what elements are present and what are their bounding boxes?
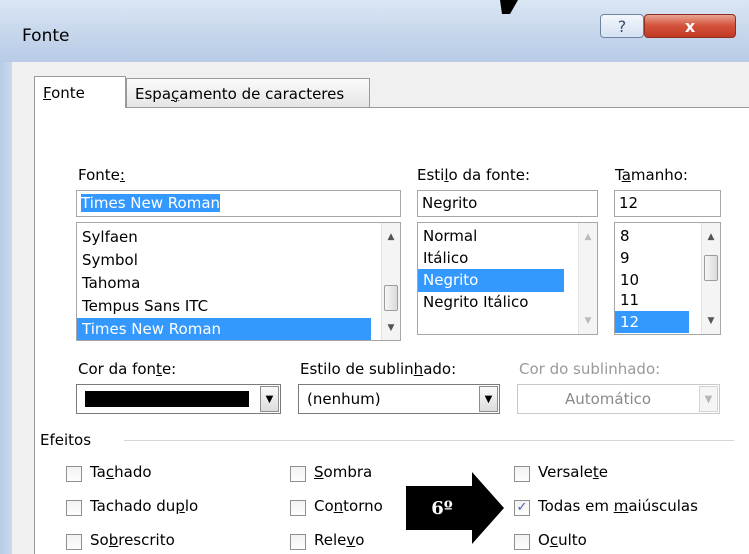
chevron-down-icon[interactable]: ▼ xyxy=(260,386,279,412)
size-list-item[interactable]: 12 xyxy=(615,311,689,333)
oculto-checkbox[interactable] xyxy=(514,534,530,550)
font-color-swatch xyxy=(85,391,249,407)
scroll-up-icon[interactable]: ▲ xyxy=(579,227,597,247)
scroll-down-icon[interactable]: ▼ xyxy=(702,311,720,331)
scroll-thumb[interactable] xyxy=(384,285,398,311)
size-list-scrollbar[interactable]: ▲ ▼ xyxy=(701,223,720,334)
annotation-step-badge: 6º xyxy=(406,486,478,530)
close-button[interactable]: x xyxy=(644,14,736,38)
versalete-label[interactable]: Versalete xyxy=(538,463,608,481)
style-list-item[interactable]: Negrito Itálico xyxy=(418,291,564,314)
style-list-item[interactable]: Negrito xyxy=(418,269,564,292)
tachado-duplo-checkbox[interactable] xyxy=(66,500,82,516)
scroll-up-icon[interactable]: ▲ xyxy=(382,227,400,247)
sombra-label[interactable]: Sombra xyxy=(314,463,372,481)
tab-fonte[interactable]: Fonte xyxy=(34,76,126,108)
chevron-down-icon[interactable]: ▼ xyxy=(479,386,498,412)
help-button[interactable]: ? xyxy=(600,14,644,38)
effects-divider xyxy=(124,440,734,441)
size-list[interactable]: 8 9 10 11 12 ▲ ▼ xyxy=(614,222,721,335)
window-title: Fonte xyxy=(22,26,70,46)
underline-color-dropdown: Automático ▼ xyxy=(517,384,720,414)
font-list-item[interactable]: Symbol xyxy=(77,249,383,272)
font-color-label: Cor da fonte: xyxy=(78,360,177,378)
close-icon: x xyxy=(684,16,696,36)
size-list-item[interactable]: 8 xyxy=(615,225,703,248)
todas-maiusculas-checkbox[interactable]: ✓ xyxy=(514,500,530,516)
oculto-label[interactable]: Oculto xyxy=(538,531,587,549)
size-list-item[interactable]: 9 xyxy=(615,247,703,270)
sombra-checkbox[interactable] xyxy=(290,466,306,482)
scroll-up-icon[interactable]: ▲ xyxy=(702,227,720,247)
tachado-label[interactable]: Tachado xyxy=(90,463,152,481)
todas-maiusculas-label[interactable]: Todas em maiúsculas xyxy=(538,497,698,515)
scroll-thumb[interactable] xyxy=(704,255,718,281)
contorno-checkbox[interactable] xyxy=(290,500,306,516)
question-icon: ? xyxy=(617,16,627,36)
font-list-item[interactable]: Tahoma xyxy=(77,272,383,295)
style-list-item[interactable]: Itálico xyxy=(418,247,564,270)
tab-espacamento[interactable]: Espaçamento de caracteres xyxy=(126,78,370,108)
contorno-label[interactable]: Contorno xyxy=(314,497,383,515)
style-list[interactable]: Normal Itálico Negrito Negrito Itálico ▲… xyxy=(417,222,598,335)
sobrescrito-checkbox[interactable] xyxy=(66,534,82,550)
annotation-arrow-icon xyxy=(472,472,504,544)
size-list-item[interactable]: 11 xyxy=(615,289,703,311)
relevo-label[interactable]: Relevo xyxy=(314,531,364,549)
tachado-duplo-label[interactable]: Tachado duplo xyxy=(90,497,198,515)
style-input[interactable]: Negrito xyxy=(417,190,598,217)
tab-espacamento-label: Espaçamento de caracteres xyxy=(135,84,345,103)
chevron-down-icon: ▼ xyxy=(699,386,718,412)
underline-color-value: Automático xyxy=(564,390,652,408)
scroll-down-icon[interactable]: ▼ xyxy=(382,318,400,338)
size-input[interactable]: 12 xyxy=(614,190,721,217)
underline-style-dropdown[interactable]: (nenhum) ▼ xyxy=(298,384,500,414)
style-list-scrollbar[interactable]: ▲ ▼ xyxy=(578,223,597,334)
style-list-item[interactable]: Normal xyxy=(418,225,564,248)
style-label: Estilo da fonte: xyxy=(417,166,531,184)
sobrescrito-label[interactable]: Sobrescrito xyxy=(90,531,175,549)
effects-label: Efeitos xyxy=(40,431,92,449)
tab-fonte-label: Fonte xyxy=(43,83,85,102)
tachado-checkbox[interactable] xyxy=(66,466,82,482)
font-input[interactable]: Times New Roman xyxy=(76,190,401,217)
size-label: Tamanho: xyxy=(615,166,688,184)
underline-style-value: (nenhum) xyxy=(307,390,381,408)
underline-style-label: Estilo de sublinhado: xyxy=(300,360,457,378)
font-list-item[interactable]: Sylfaen xyxy=(77,226,383,249)
font-list-item[interactable]: Tempus Sans ITC xyxy=(77,295,383,318)
font-list-scrollbar[interactable]: ▲ ▼ xyxy=(381,223,400,340)
font-color-dropdown[interactable]: ▼ xyxy=(76,384,281,414)
font-list-item[interactable]: Times New Roman xyxy=(77,318,371,340)
versalete-checkbox[interactable] xyxy=(514,466,530,482)
window-frame-left xyxy=(0,62,12,554)
annotation-arrow-top xyxy=(500,0,518,14)
scroll-down-icon[interactable]: ▼ xyxy=(579,311,597,331)
relevo-checkbox[interactable] xyxy=(290,534,306,550)
font-label: Fonte: xyxy=(78,166,125,184)
font-list[interactable]: Sylfaen Symbol Tahoma Tempus Sans ITC Ti… xyxy=(76,222,401,341)
underline-color-label: Cor do sublinhado: xyxy=(519,360,661,378)
